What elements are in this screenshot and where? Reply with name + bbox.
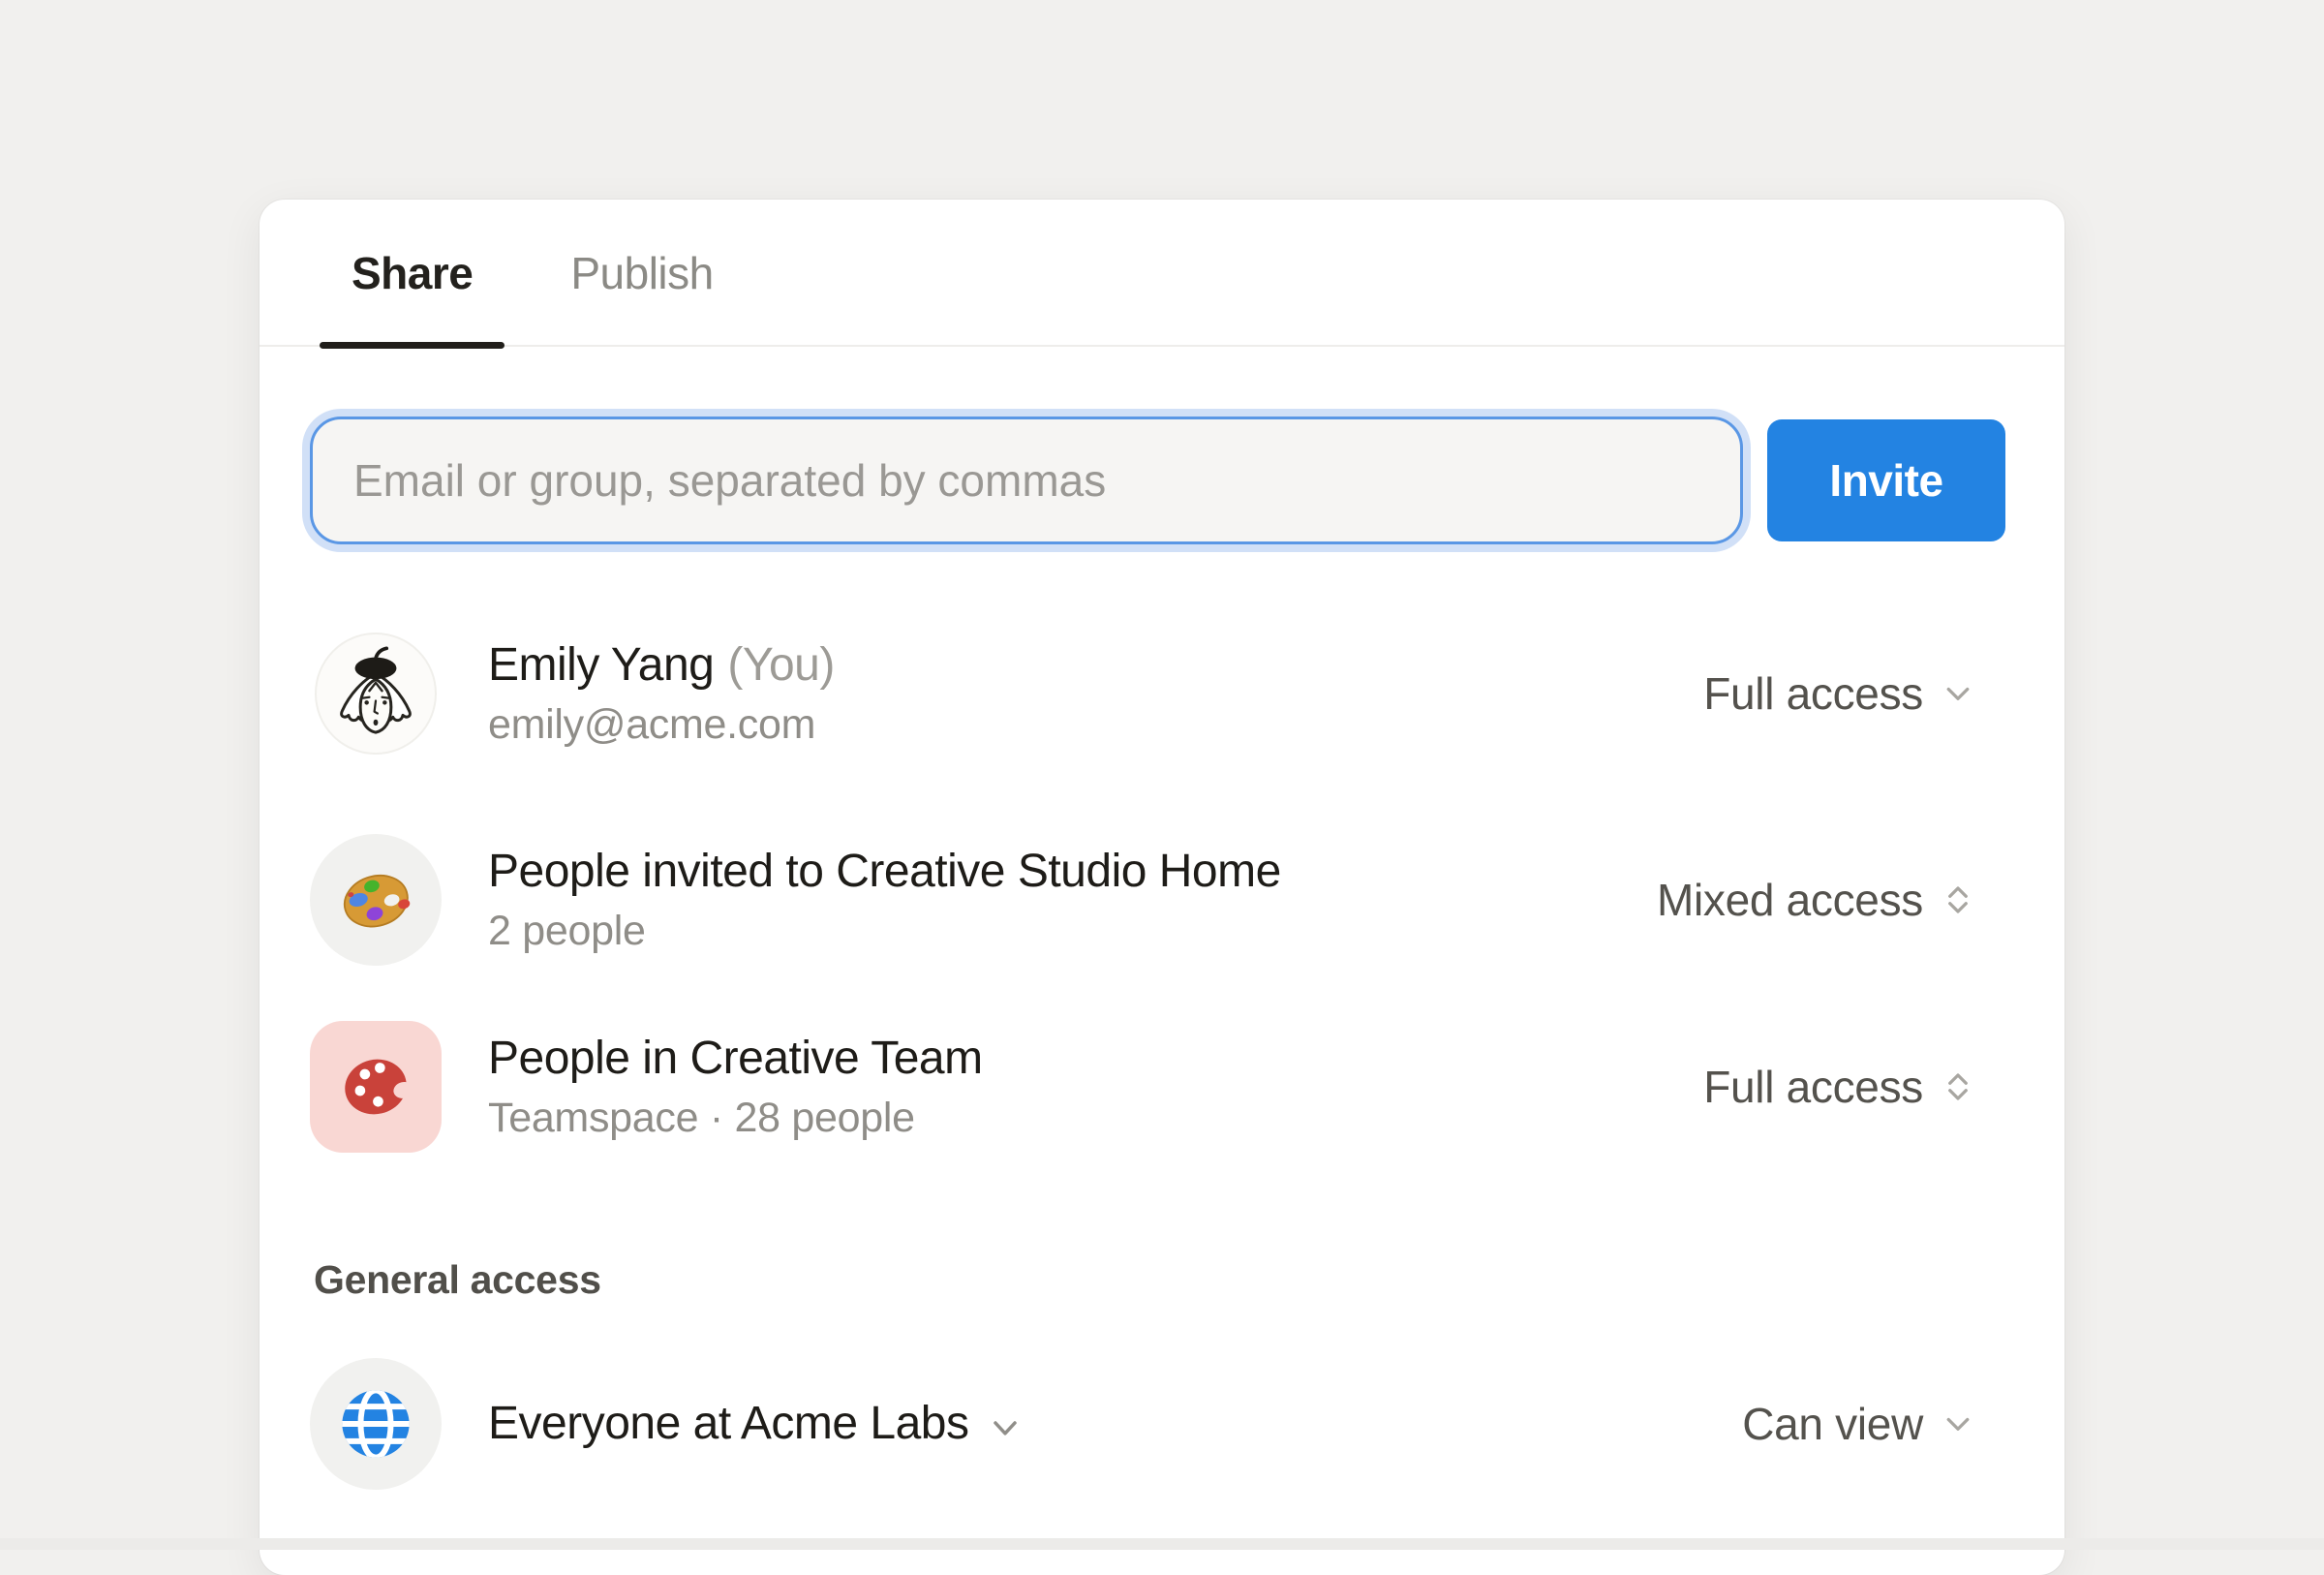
tab-publish[interactable]: Publish	[538, 200, 745, 347]
access-dropdown-general[interactable]: Can view	[1742, 1398, 1975, 1450]
member-name: People in Creative Team	[488, 1031, 983, 1087]
member-name-text: Emily Yang	[488, 637, 714, 694]
chevron-up-down-icon	[1941, 1069, 1975, 1104]
member-email: emily@acme.com	[488, 699, 835, 750]
tab-publish-label: Publish	[570, 247, 713, 299]
member-count: 2 people	[488, 906, 1281, 956]
member-info: People invited to Creative Studio Home 2…	[488, 844, 1281, 956]
chevron-down-icon	[1941, 1406, 1975, 1441]
member-info: Emily Yang (You) emily@acme.com	[488, 637, 835, 750]
member-name: People invited to Creative Studio Home	[488, 844, 1281, 900]
general-access-row[interactable]: Everyone at Acme Labs Can view	[310, 1358, 1975, 1490]
access-label: Mixed access	[1657, 874, 1923, 926]
palette-emoji-avatar	[310, 834, 442, 966]
screenshot-bottom-edge	[0, 1538, 2324, 1550]
red-palette-icon	[331, 1042, 420, 1131]
general-access-info: Everyone at Acme Labs	[488, 1396, 1024, 1452]
access-label: Full access	[1703, 1061, 1923, 1113]
email-input[interactable]	[310, 417, 1743, 544]
tab-bar: Share Publish	[320, 200, 746, 347]
general-access-heading: General access	[314, 1257, 601, 1303]
access-label: Can view	[1742, 1398, 1923, 1450]
chevron-down-icon[interactable]	[986, 1408, 1024, 1447]
access-dropdown-invited-group[interactable]: Mixed access	[1657, 874, 1975, 926]
access-dropdown-emily[interactable]: Full access	[1703, 667, 1975, 720]
member-row-teamspace[interactable]: People in Creative Team Teamspace · 28 p…	[310, 1021, 1975, 1153]
invite-bar: Invite	[260, 347, 2064, 618]
member-you-suffix: (You)	[727, 637, 834, 694]
member-row-emily[interactable]: Emily Yang (You) emily@acme.com Full acc…	[310, 628, 1975, 759]
member-info: People in Creative Team Teamspace · 28 p…	[488, 1031, 983, 1143]
person-doodle-icon	[321, 639, 430, 748]
access-label: Full access	[1703, 667, 1923, 720]
palette-icon	[333, 857, 418, 942]
dialog-header: Share Publish	[260, 200, 2064, 347]
access-dropdown-teamspace[interactable]: Full access	[1703, 1061, 1975, 1113]
member-row-invited-group[interactable]: People invited to Creative Studio Home 2…	[310, 834, 1975, 966]
member-name-text: People invited to Creative Studio Home	[488, 844, 1281, 900]
invite-button[interactable]: Invite	[1767, 419, 2005, 541]
globe-avatar	[310, 1358, 442, 1490]
workspace-scope-dropdown[interactable]: Everyone at Acme Labs	[488, 1396, 1024, 1452]
member-name: Emily Yang (You)	[488, 637, 835, 694]
workspace-scope-label: Everyone at Acme Labs	[488, 1396, 968, 1452]
teamspace-meta: Teamspace · 28 people	[488, 1093, 983, 1143]
tab-share-label: Share	[352, 247, 473, 299]
member-name-text: People in Creative Team	[488, 1031, 983, 1087]
person-doodle-avatar	[315, 633, 437, 755]
teamspace-palette-avatar	[310, 1021, 442, 1153]
share-dialog: Share Publish Invite	[260, 200, 2064, 1575]
chevron-down-icon	[1941, 676, 1975, 711]
tab-share[interactable]: Share	[320, 200, 505, 347]
chevron-up-down-icon	[1941, 882, 1975, 917]
globe-icon	[334, 1382, 417, 1466]
